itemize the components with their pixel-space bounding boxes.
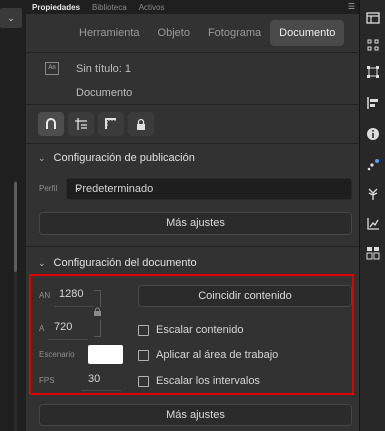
chart-icon[interactable] (365, 216, 381, 232)
segment-control: Herramienta Objeto Fotograma Documento (70, 20, 345, 46)
collapse-dropdown[interactable]: ⌄ (0, 8, 22, 28)
profile-select[interactable]: Predeterminado ⌄ (66, 178, 352, 200)
chevron-down-icon: ⌄ (38, 153, 46, 163)
divider (26, 246, 359, 247)
tab-properties[interactable]: Propiedades (26, 3, 86, 12)
tab-assets[interactable]: Activos (133, 3, 171, 12)
publish-more-settings-button[interactable]: Más ajustes (39, 212, 352, 235)
document-icon-row (38, 112, 154, 136)
highlight-box (29, 274, 354, 395)
profile-label: Perfil (39, 184, 58, 193)
components-icon[interactable] (365, 245, 381, 261)
motion-presets-icon[interactable] (365, 157, 381, 173)
document-title: Sin título: 1 (76, 63, 132, 75)
segment-object[interactable]: Objeto (149, 20, 199, 46)
transform-icon[interactable] (365, 64, 381, 80)
document-more-settings-button[interactable]: Más ajustes (39, 404, 352, 426)
document-type-icon: An (45, 62, 59, 75)
guides-icon[interactable] (68, 112, 94, 136)
divider (26, 104, 359, 105)
panel-tabs: Propiedades Biblioteca Activos ☰ (26, 0, 359, 14)
properties-panel-icon[interactable] (365, 10, 381, 26)
magnet-icon[interactable] (38, 112, 64, 136)
sprayer-icon[interactable] (365, 186, 381, 202)
segment-tool[interactable]: Herramienta (70, 20, 149, 46)
publish-settings-header[interactable]: ⌄ Configuración de publicación (38, 152, 195, 164)
tab-library[interactable]: Biblioteca (86, 3, 133, 12)
properties-panel: Propiedades Biblioteca Activos ☰ Herrami… (26, 0, 359, 431)
chevron-down-icon: ⌄ (38, 258, 46, 268)
divider (26, 143, 359, 144)
info-icon[interactable] (365, 126, 381, 142)
lock-icon[interactable] (128, 112, 154, 136)
right-icon-rail (359, 0, 385, 431)
panel-menu-icon[interactable]: ☰ (348, 3, 355, 11)
divider (26, 52, 359, 53)
scroll-thumb[interactable] (14, 182, 17, 272)
chevron-down-icon: ⌄ (75, 183, 83, 193)
segment-frame[interactable]: Fotograma (199, 20, 270, 46)
document-settings-header[interactable]: ⌄ Configuración del documento (38, 257, 197, 269)
document-label: Documento (76, 87, 133, 99)
ruler-icon[interactable] (98, 112, 124, 136)
segment-document[interactable]: Documento (270, 20, 345, 46)
align-left-icon[interactable] (365, 95, 381, 111)
align-grid-icon[interactable] (365, 37, 381, 53)
